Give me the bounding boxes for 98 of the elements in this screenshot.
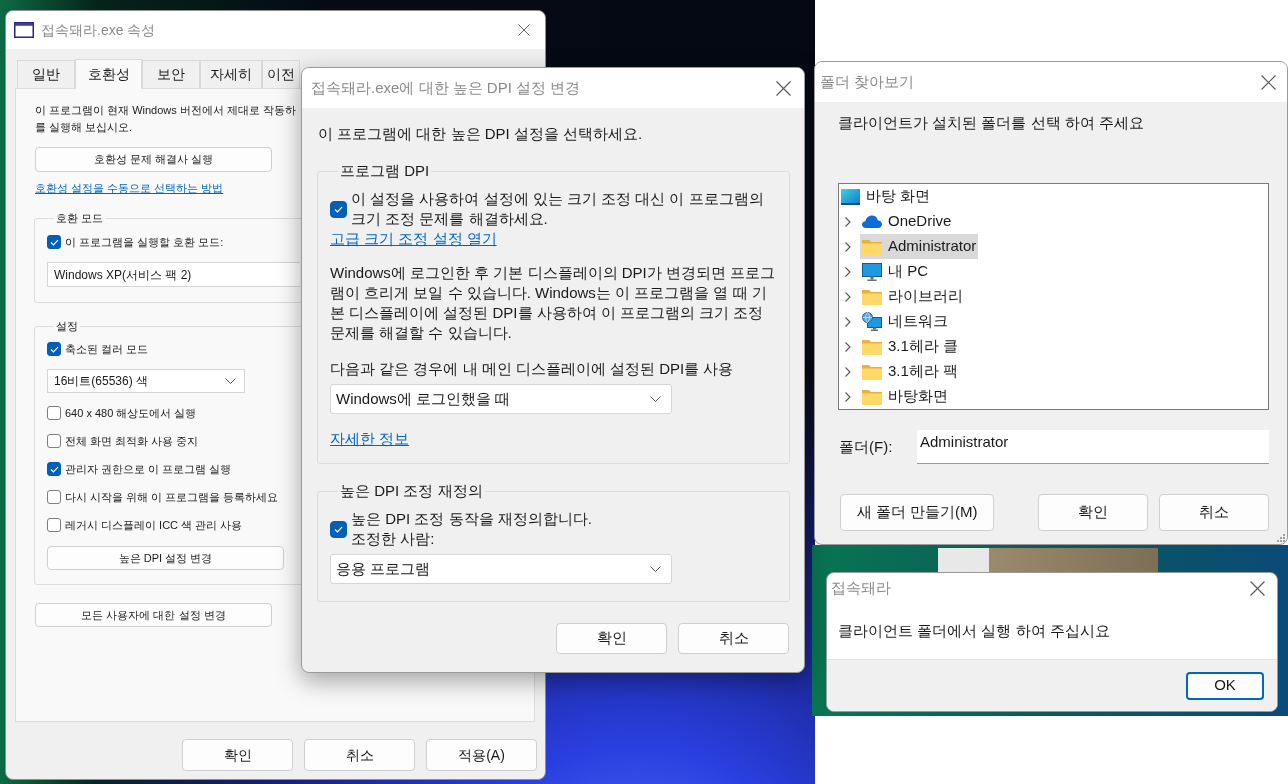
checkmark-icon [49,345,59,353]
button[interactable]: OK [1186,671,1264,700]
chevron-right-icon[interactable] [845,316,851,327]
button[interactable]: 적용(A) [426,739,537,771]
checkbox[interactable] [47,490,61,504]
close-icon[interactable] [776,80,791,96]
button[interactable]: 취소 [304,739,415,771]
checkbox[interactable] [47,235,61,249]
tab[interactable]: 보안 [142,60,200,88]
cloud-icon [862,215,882,228]
chevron-down-icon [650,396,661,402]
folder-icon [862,363,882,380]
button[interactable]: 새 폴더 만들기(M) [840,494,994,531]
window-title: 폴더 찾아보기 [820,71,915,92]
checkbox[interactable] [330,200,347,218]
checkbox-label: 높은 DPI 조정 동작을 재정의합니다. 조정한 사람: [351,509,592,549]
checkbox[interactable] [47,434,61,448]
checkbox-label: 전체 화면 최적화 사용 중지 [65,433,199,449]
checkbox[interactable] [47,406,61,420]
tab[interactable]: 일반 [17,60,75,88]
button[interactable]: 취소 [1159,494,1269,531]
globe-monitor-icon [862,312,882,331]
chevron-right-icon[interactable] [845,391,851,402]
message-text: 클라이언트 폴더에서 실행 하여 주십시요 [838,621,1110,642]
tree-item[interactable]: Administrator [860,234,979,259]
tree-item[interactable]: 라이브러리 [860,284,965,309]
folder-icon [862,338,882,355]
dropdown[interactable]: 16비트(65536) 색 [47,369,245,393]
field-label: 폴더(F): [839,436,894,457]
checkbox[interactable] [47,518,61,532]
checkbox-label: 레거시 디스플레이 ICC 색 관리 사용 [65,517,243,533]
checkmark-icon [49,238,59,246]
button[interactable]: 호환성 문제 해결사 실행 [35,147,272,172]
tab[interactable]: 자세히 [200,60,262,88]
dropdown[interactable]: 응용 프로그램 [330,554,672,584]
chevron-right-icon[interactable] [845,241,851,252]
heading-text: 이 프로그램에 대한 높은 DPI 설정을 선택하세요. [318,124,643,144]
window-title: 접속돼라 [831,578,891,599]
chevron-right-icon[interactable] [845,366,851,377]
chevron-right-icon[interactable] [845,341,851,352]
group-label: 프로그램 DPI [339,161,431,181]
button[interactable]: 확인 [556,623,667,654]
dropdown[interactable]: Windows에 로그인했을 때 [330,384,672,414]
checkbox-label: 이 프로그램을 실행할 호환 모드: [65,234,224,250]
chevron-right-icon[interactable] [845,291,851,302]
checkmark-icon [49,465,59,473]
message-text: 클라이언트가 설치된 폴더를 선택 하여 주세요 [838,113,1144,133]
checkbox[interactable] [330,520,347,538]
dropdown[interactable]: Windows XP(서비스 팩 2) [47,262,300,287]
description-text: Windows에 로그인한 후 기본 디스플레이의 DPI가 변경되면 프로그 램이 흐리게 보일 수 있습니다. Windows는 이 프로그램을 열 때 기 본 디스플레이에 설정된 DPI를 사용하여 이 프로그램의 크기 조정 문제를 해결할 수 있습니다. [330,263,776,343]
close-icon[interactable] [1261,74,1276,90]
help-link[interactable]: 호환성 설정을 수동으로 선택하는 방법 [35,180,224,196]
tree-item[interactable]: 3.1헤라 팩 [860,359,961,384]
tree-item[interactable]: 네트워크 [860,309,950,334]
button[interactable]: 확인 [1038,494,1148,531]
window-icon [14,22,34,38]
folder-icon [862,388,882,405]
tab[interactable]: 호환성 [75,59,142,89]
group-label: 높은 DPI 조정 재정의 [339,481,484,501]
checkbox-label: 640 x 480 해상도에서 실행 [65,405,197,421]
tree-item[interactable]: OneDrive [860,209,954,234]
close-icon[interactable] [518,24,530,36]
checkbox-label: 관리자 권한으로 이 프로그램 실행 [65,461,232,477]
description-text: 이 프로그램이 현재 Windows 버전에서 제대로 작동하 를 실행해 보십시오. [35,103,296,135]
checkbox[interactable] [47,462,61,476]
checkbox[interactable] [47,342,61,356]
button[interactable]: 확인 [182,739,293,771]
group-label: 호환 모드 [55,211,105,226]
tree-item[interactable]: 바탕 화면 [839,184,933,209]
button[interactable]: 모든 사용자에 대한 설정 변경 [35,603,272,627]
resize-grip-icon[interactable] [1276,533,1285,542]
close-icon[interactable] [1250,581,1265,596]
chevron-right-icon[interactable] [845,216,851,227]
chevron-right-icon[interactable] [845,266,851,277]
monitor-icon [862,262,882,281]
checkbox-label: 축소된 컬러 모드 [65,341,149,357]
tree-item[interactable]: 내 PC [860,259,930,284]
group-label: 설정 [55,319,79,334]
button[interactable]: 취소 [678,623,789,654]
checkbox-label: 다시 시작을 위해 이 프로그램을 등록하세요 [65,489,279,505]
info-link[interactable]: 자세한 정보 [330,429,410,449]
button[interactable]: 높은 DPI 설정 변경 [47,546,284,570]
folder-icon [862,288,882,305]
settings-link[interactable]: 고급 크기 조정 설정 열기 [330,229,497,249]
tree-item[interactable]: 3.1헤라 클 [860,334,961,359]
checkbox-label: 이 설정을 사용하여 설정에 있는 크기 조정 대신 이 프로그램의 크기 조정 문제를 해결하세요. [351,189,764,229]
tree-item[interactable]: 바탕화면 [860,384,950,409]
window-title: 접속돼라.exe에 대한 높은 DPI 설정 변경 [311,77,581,98]
desktop-icon [841,188,860,205]
window-title: 접속돼라.exe 속성 [41,20,156,40]
dropdown-label: 다음과 같은 경우에 내 메인 디스플레이에 설정된 DPI를 사용 [330,359,734,379]
chevron-down-icon [650,566,661,572]
folder-icon [862,238,882,255]
folder-input-field[interactable]: Administrator [917,430,1269,464]
chevron-down-icon [225,378,236,384]
tab[interactable]: 이전 [262,60,300,88]
checkmark-icon [334,205,343,213]
checkmark-icon [334,525,343,533]
